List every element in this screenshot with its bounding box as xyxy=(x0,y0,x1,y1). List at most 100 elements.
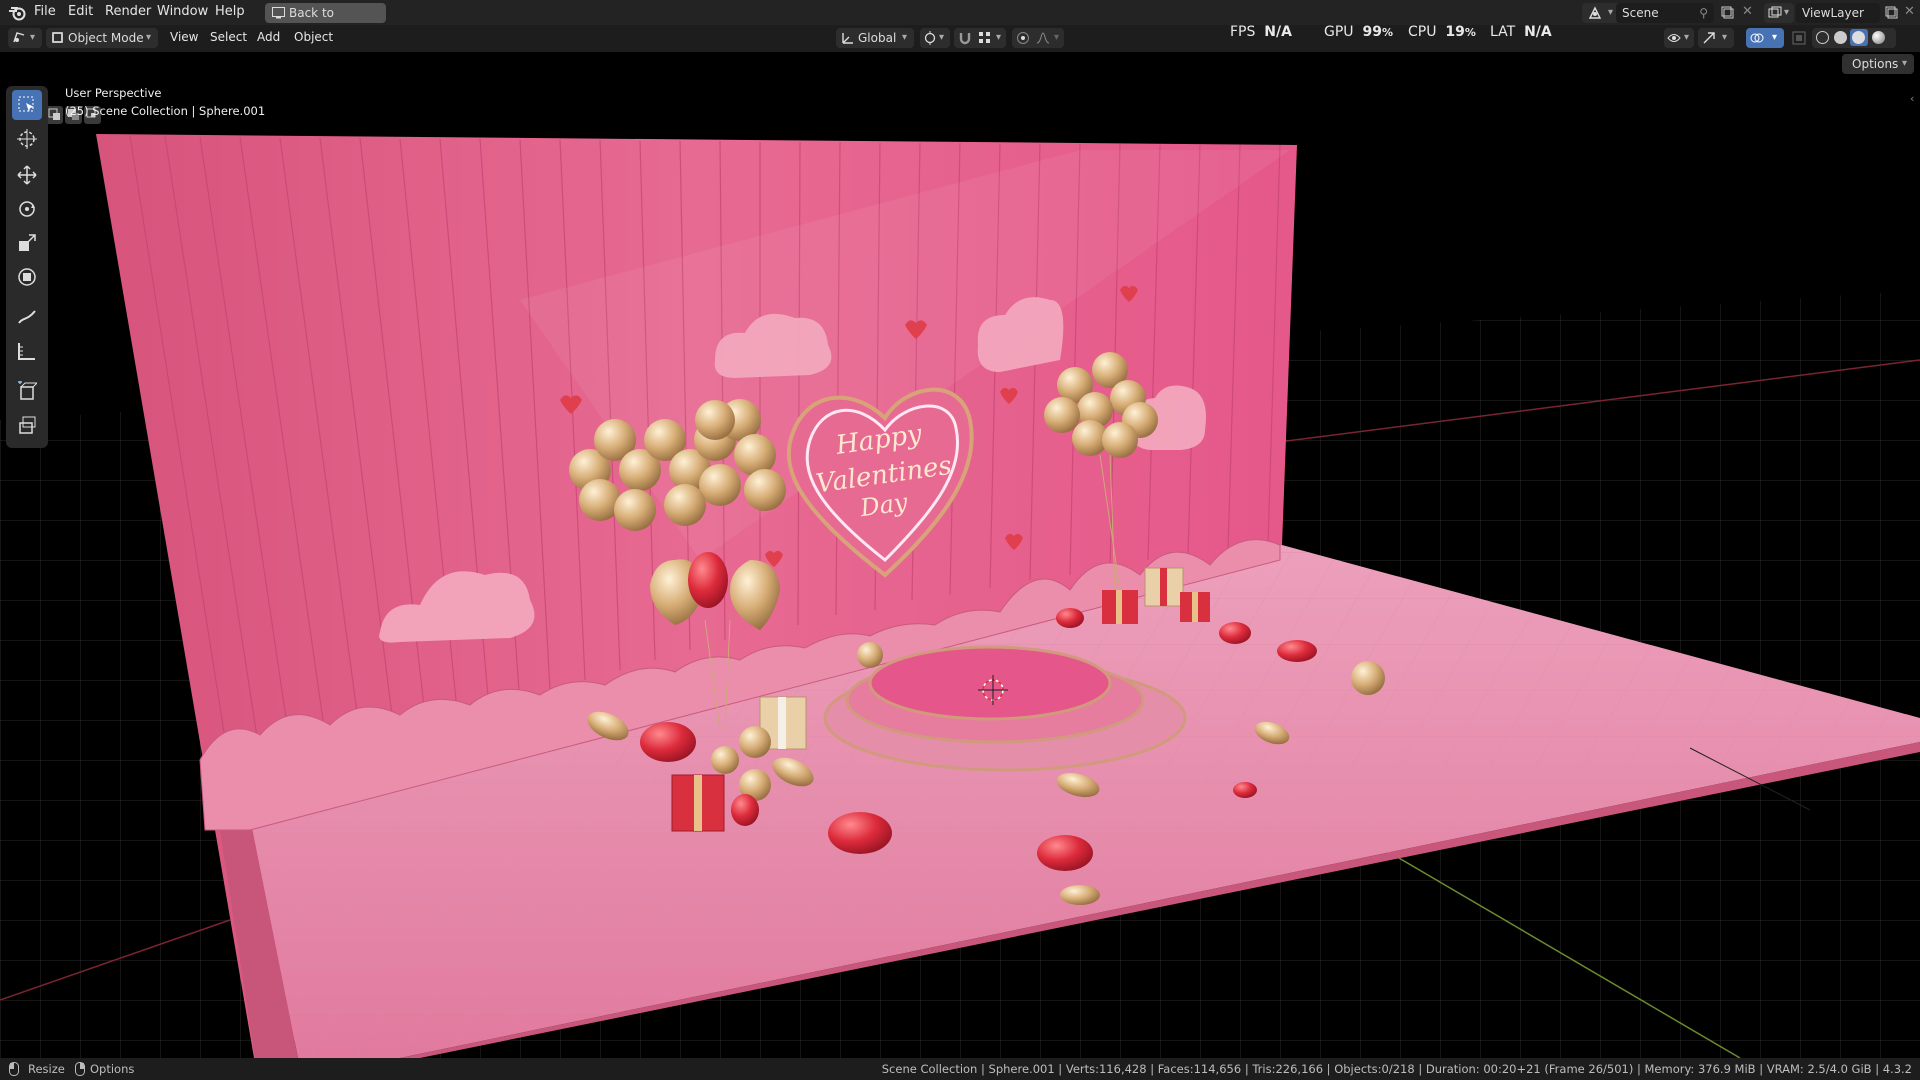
sidebar-toggle-icon[interactable]: ‹ xyxy=(1910,92,1914,105)
view-layer-name: ViewLayer xyxy=(1802,6,1864,20)
view-layer-icon xyxy=(1768,6,1782,18)
magnet-icon[interactable] xyxy=(958,31,972,45)
extrude-tool[interactable] xyxy=(12,410,42,440)
menu-edit[interactable]: Edit xyxy=(68,4,93,19)
object-mode-dropdown[interactable]: Object Mode ▾ xyxy=(46,28,158,48)
cpu-readout: CPU 19% xyxy=(1408,24,1476,40)
gizmo-toggle[interactable]: ▾ xyxy=(1698,28,1734,48)
move-icon xyxy=(17,165,37,185)
chevron-down-icon: ▾ xyxy=(1684,32,1690,43)
menu-add[interactable]: Add xyxy=(257,30,280,44)
annotate-tool[interactable] xyxy=(12,302,42,332)
visibility-dropdown[interactable]: ▾ xyxy=(1664,28,1694,48)
scene-name-field[interactable]: Scene ⚲ xyxy=(1616,3,1714,23)
cursor-tool[interactable] xyxy=(12,124,42,154)
orientation-axes-icon xyxy=(842,33,853,44)
fps-value: N/A xyxy=(1264,24,1292,40)
measure-tool[interactable] xyxy=(12,336,42,366)
falloff-curve-icon[interactable] xyxy=(1036,31,1050,45)
rendered-shading-icon[interactable] xyxy=(1872,31,1885,44)
menu-render[interactable]: Render xyxy=(105,4,151,19)
select-box-icon xyxy=(18,96,34,112)
3d-viewport[interactable]: Happy Valentines Day Options ▾ ‹ User Pe… xyxy=(0,52,1920,1058)
orientation-label: Global xyxy=(858,31,897,45)
active-object-label: (25) Scene Collection | Sphere.001 xyxy=(65,104,266,118)
chevron-down-icon: ▾ xyxy=(1784,7,1790,18)
lat-value: N/A xyxy=(1524,24,1552,40)
snapping-group[interactable]: ▾ xyxy=(954,28,1006,48)
shading-mode-group[interactable] xyxy=(1812,28,1896,48)
blender-logo-icon[interactable] xyxy=(8,5,26,21)
object-mode-label: Object Mode xyxy=(68,31,144,45)
scene-statistics: Scene Collection | Sphere.001 | Verts:11… xyxy=(881,1062,1912,1076)
fps-readout: FPS N/A xyxy=(1230,24,1292,40)
chevron-down-icon: ▾ xyxy=(939,32,945,43)
rotate-tool[interactable] xyxy=(12,194,42,224)
menu-window[interactable]: Window xyxy=(157,4,208,19)
cursor-icon xyxy=(17,129,37,149)
menu-select[interactable]: Select xyxy=(210,30,247,44)
select-box-tool[interactable] xyxy=(12,90,42,120)
3d-viewport-icon xyxy=(13,32,25,43)
viewport-header: ▾ Object Mode ▾ View Select Add Object G… xyxy=(0,25,1920,68)
pivot-icon xyxy=(924,31,936,45)
menu-file[interactable]: File xyxy=(34,4,56,19)
gpu-value: 99 xyxy=(1362,24,1382,40)
add-cube-tool[interactable] xyxy=(12,376,42,406)
rotate-icon xyxy=(19,201,35,217)
screen-icon xyxy=(272,7,285,19)
scene-name: Scene xyxy=(1622,6,1659,20)
xray-icon[interactable] xyxy=(1792,31,1806,45)
proportional-editing-icon[interactable] xyxy=(1016,31,1030,45)
menu-help[interactable]: Help xyxy=(215,4,245,19)
delete-view-layer-icon[interactable]: ✕ xyxy=(1904,4,1915,19)
proportional-editing-group[interactable]: ▾ xyxy=(1012,28,1064,48)
select-subtract-mode-button[interactable] xyxy=(46,106,63,124)
scale-icon xyxy=(19,234,36,251)
latency-readout: LAT N/A xyxy=(1490,24,1552,40)
tool-shelf xyxy=(6,86,48,448)
new-view-layer-icon[interactable] xyxy=(1884,5,1898,19)
view-layer-name-field[interactable]: ViewLayer xyxy=(1796,3,1880,23)
pin-icon[interactable]: ⚲ xyxy=(1699,3,1708,23)
scene-render[interactable]: Happy Valentines Day xyxy=(0,52,1920,1058)
cpu-label: CPU xyxy=(1408,24,1437,40)
scene-icon xyxy=(1588,6,1602,19)
menu-object[interactable]: Object xyxy=(294,30,333,44)
viewport-options-button[interactable]: Options ▾ xyxy=(1842,54,1914,74)
measure-icon xyxy=(18,343,35,360)
menu-view[interactable]: View xyxy=(170,30,198,44)
transform-orientation-dropdown[interactable]: Global ▾ xyxy=(836,28,914,48)
chevron-down-icon: ▾ xyxy=(30,32,36,43)
chevron-down-icon: ▾ xyxy=(1722,32,1728,43)
solid-shading-icon[interactable] xyxy=(1834,31,1847,44)
overlays-toggle[interactable]: ▾ xyxy=(1746,28,1784,48)
snap-grid-icon[interactable] xyxy=(978,31,992,45)
gizmo-icon xyxy=(1703,32,1715,44)
chevron-down-icon: ▾ xyxy=(1054,32,1060,43)
gpu-readout: GPU 99% xyxy=(1324,24,1393,40)
transform-tool[interactable] xyxy=(12,262,42,292)
fps-label: FPS xyxy=(1230,24,1256,40)
material-shading-icon[interactable] xyxy=(1850,29,1868,46)
delete-scene-icon[interactable]: ✕ xyxy=(1742,4,1753,19)
select-subtract-icon xyxy=(48,108,60,120)
new-scene-icon[interactable] xyxy=(1720,5,1734,19)
move-tool[interactable] xyxy=(12,160,42,190)
editor-type-dropdown[interactable]: ▾ xyxy=(8,28,42,48)
chevron-down-icon: ▾ xyxy=(1772,32,1778,43)
wireframe-shading-icon[interactable] xyxy=(1816,31,1829,44)
view-perspective-label: User Perspective xyxy=(65,86,162,100)
top-bar: File Edit Render Window Help Back to Pre… xyxy=(0,0,1920,40)
lat-label: LAT xyxy=(1490,24,1516,40)
scale-tool[interactable] xyxy=(12,228,42,258)
back-to-previous-button[interactable]: Back to Previous xyxy=(265,3,386,40)
mouse-right-icon xyxy=(75,1062,85,1076)
add-cube-icon xyxy=(18,381,37,400)
status-resize-hint: Resize xyxy=(28,1062,65,1076)
view-layer-type-dropdown[interactable]: ▾ xyxy=(1764,3,1794,23)
chevron-down-icon: ▾ xyxy=(902,32,908,43)
gpu-label: GPU xyxy=(1324,24,1354,40)
object-mode-icon xyxy=(52,32,63,43)
pivot-point-dropdown[interactable]: ▾ xyxy=(920,28,950,48)
